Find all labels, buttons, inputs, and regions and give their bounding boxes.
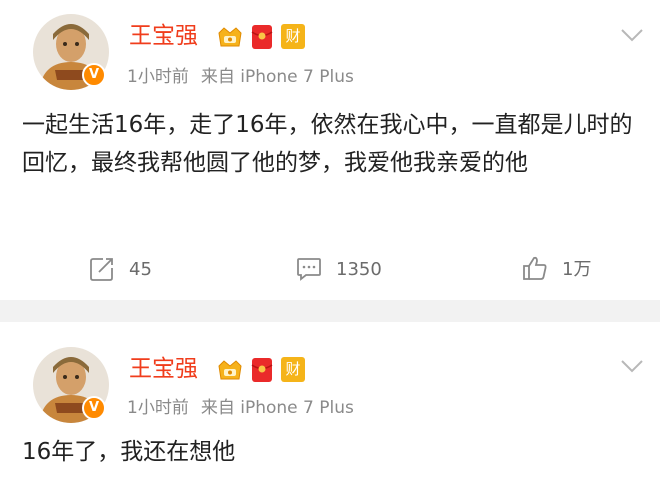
weibo-post-card: V 王宝强 财 1小时前 来自 iPhone 7 Plus 16年了，我还在想他 (0, 322, 660, 483)
weibo-post-card: V 王宝强 财 1小时前 来自 iPhone 7 Plus 一起生活16年，走了1… (0, 0, 660, 300)
post-source: 来自 iPhone 7 Plus (200, 67, 354, 87)
repost-button[interactable]: 45 (89, 256, 152, 282)
thumbs-up-icon (523, 256, 547, 280)
comment-icon (297, 258, 321, 281)
wealth-badge-icon[interactable]: 财 (281, 24, 305, 49)
chevron-down-icon[interactable] (620, 359, 644, 373)
like-count: 1万 (562, 259, 592, 280)
comment-count: 1350 (336, 258, 382, 280)
red-envelope-icon[interactable] (251, 357, 273, 383)
post-time[interactable]: 1小时前 (127, 398, 189, 418)
post-source: 来自 iPhone 7 Plus (200, 398, 354, 418)
post-meta: 1小时前 来自 iPhone 7 Plus (127, 66, 354, 88)
author-name[interactable]: 王宝强 (129, 355, 198, 383)
like-button[interactable]: 1万 (522, 255, 591, 281)
repost-icon (90, 258, 113, 281)
post-text: 一起生活16年，走了16年，依然在我心中，一直都是儿时的回忆，最终我帮他圆了他的… (22, 112, 633, 176)
red-envelope-icon[interactable] (251, 24, 273, 50)
post-meta: 1小时前 来自 iPhone 7 Plus (127, 397, 354, 419)
crown-badge-icon[interactable] (216, 358, 244, 382)
post-text: 16年了，我还在想他 (22, 439, 236, 465)
post-time[interactable]: 1小时前 (127, 67, 189, 87)
chevron-down-icon[interactable] (620, 28, 644, 42)
author-name[interactable]: 王宝强 (129, 22, 198, 50)
verified-badge-icon: V (82, 63, 106, 87)
verified-badge-icon: V (82, 396, 106, 420)
wealth-badge-icon[interactable]: 财 (281, 357, 305, 382)
comment-button[interactable]: 1350 (296, 257, 382, 281)
repost-count: 45 (129, 258, 152, 280)
crown-badge-icon[interactable] (216, 25, 244, 49)
